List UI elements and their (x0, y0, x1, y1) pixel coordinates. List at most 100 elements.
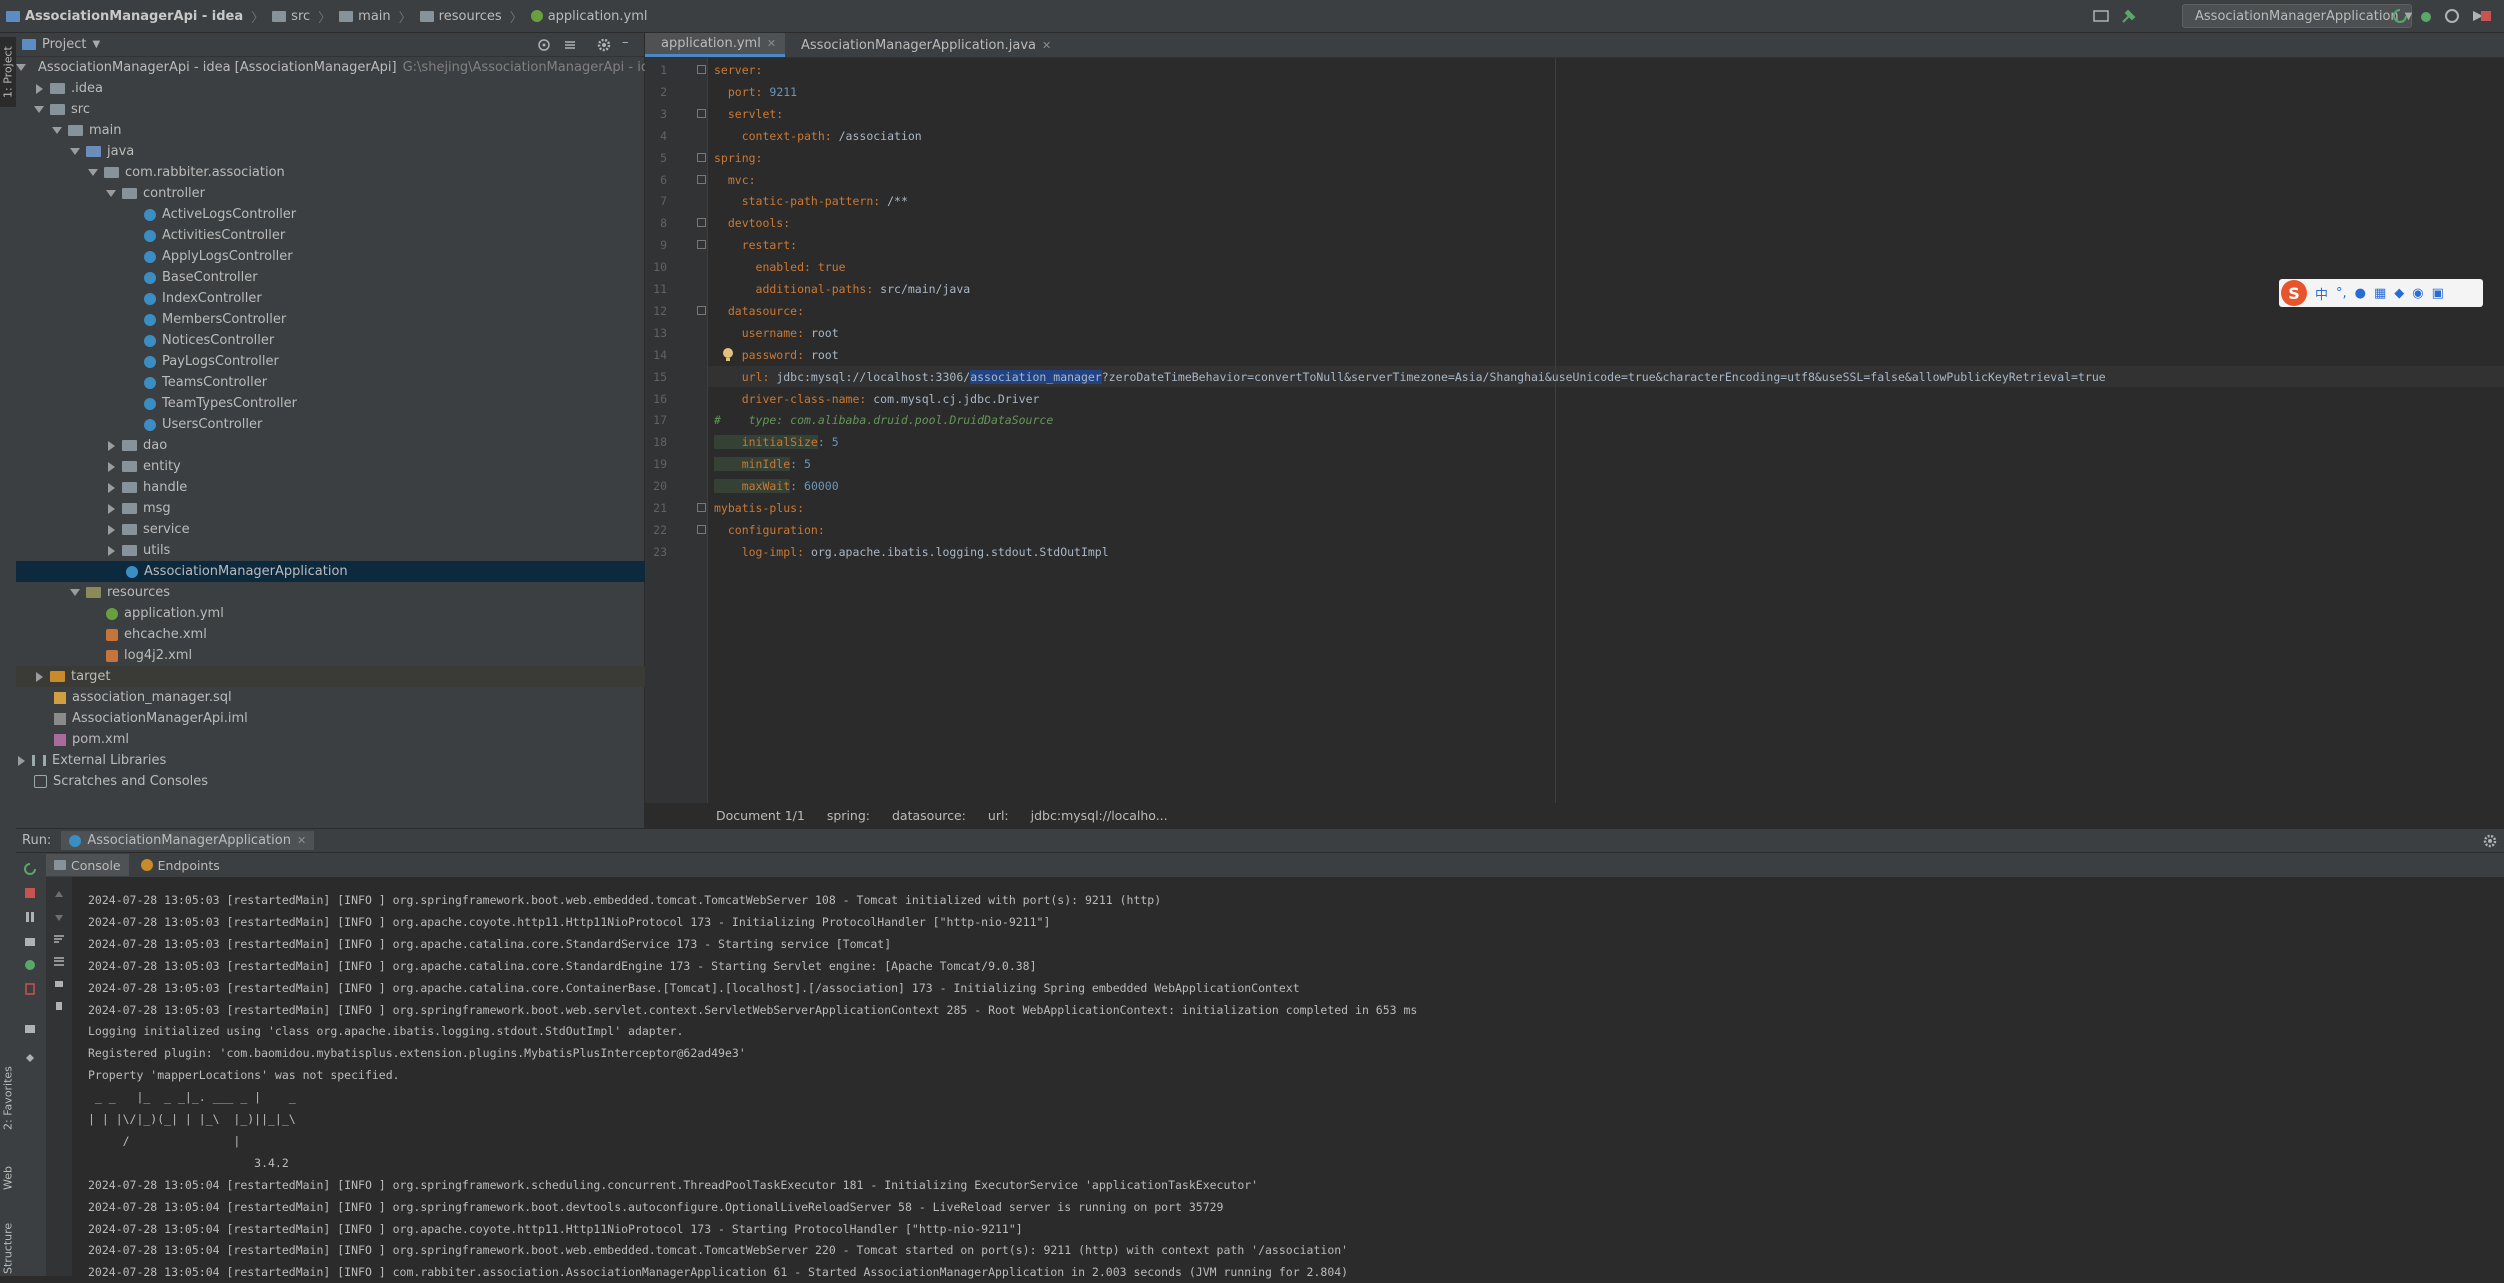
debug-bug-icon[interactable] (2418, 8, 2434, 24)
tree-item-sql-file[interactable]: association_manager.sql (16, 687, 682, 708)
run-config-tab[interactable]: AssociationManagerApplication ✕ (61, 831, 315, 850)
code-value: : 5 (817, 435, 839, 449)
fold-marker-icon[interactable] (697, 218, 706, 227)
close-icon[interactable]: ✕ (767, 37, 776, 50)
tree-item-dao[interactable]: dao (16, 435, 734, 456)
run-configuration-select[interactable]: AssociationManagerApplication ▼ (2182, 4, 2412, 28)
tree-item-resources[interactable]: resources (16, 582, 698, 603)
structure-tool-tab[interactable]: Structure (0, 1213, 16, 1283)
skin-icon[interactable]: ◆ (2394, 286, 2404, 301)
chevron-down-icon[interactable]: ▼ (92, 39, 100, 50)
soft-wrap-icon[interactable] (53, 933, 65, 945)
folder-icon (68, 125, 83, 136)
tree-item-project-root[interactable]: AssociationManagerApi - idea [Associatio… (16, 57, 665, 78)
fold-marker-icon[interactable] (697, 503, 706, 512)
fold-marker-icon[interactable] (697, 240, 706, 249)
fold-marker-icon[interactable] (697, 306, 706, 315)
stop-icon[interactable] (24, 887, 36, 899)
tree-item-main-class[interactable]: AssociationManagerApplication (16, 561, 754, 582)
tab-endpoints[interactable]: Endpoints (133, 854, 228, 876)
stop-icon[interactable] (2478, 8, 2494, 24)
fold-marker-icon[interactable] (697, 65, 706, 74)
breadcrumb-resources[interactable]: resources (419, 9, 502, 24)
favorites-tool-tab[interactable]: 2: Favorites (0, 1053, 16, 1143)
collapse-all-icon[interactable] (562, 37, 578, 53)
gear-icon[interactable] (2482, 833, 2498, 849)
hide-panel-icon[interactable]: – (622, 35, 629, 50)
tree-item-idea[interactable]: .idea (16, 78, 662, 99)
fold-marker-icon[interactable] (697, 153, 706, 162)
resources-folder-icon (86, 587, 101, 598)
ime-language[interactable]: 中 (2315, 284, 2328, 303)
arrow-down-icon[interactable] (53, 911, 65, 923)
tab-application-yml[interactable]: application.yml ✕ (645, 33, 785, 57)
run-config-icon[interactable] (2093, 8, 2109, 24)
tree-item-controller[interactable]: controller (16, 183, 734, 204)
tree-item-handle[interactable]: handle (16, 477, 734, 498)
tree-item-src[interactable]: src (16, 99, 662, 120)
tree-item-iml-file[interactable]: AssociationManagerApi.iml (16, 708, 682, 729)
tree-item-utils[interactable]: utils (16, 540, 734, 561)
breadcrumb-url[interactable]: url: (988, 808, 1009, 823)
breadcrumb-file[interactable]: application.yml (530, 9, 648, 24)
ime-toolbar[interactable]: S 中 °, ● ▦ ◆ ◉ ▣ (2279, 279, 2483, 307)
editor-gutter: 1 2 3 4 5 6 7 8 9 10 11 12 13 14 15 16 17 18 19 20 21 22 23 (645, 58, 708, 803)
breadcrumb-datasource[interactable]: datasource: (892, 808, 966, 823)
tab-console[interactable]: Console (46, 854, 129, 876)
microphone-icon[interactable]: ● (2355, 286, 2366, 301)
breadcrumb-src[interactable]: src (272, 9, 310, 24)
pin-icon[interactable] (24, 1053, 36, 1065)
restore-layout-icon[interactable] (24, 959, 36, 971)
close-icon[interactable]: ✕ (297, 834, 306, 847)
breadcrumb-main[interactable]: main (339, 9, 391, 24)
tree-item-ehcache-xml[interactable]: ehcache.xml (16, 624, 734, 645)
web-tool-tab[interactable]: Web (0, 1153, 16, 1203)
ime-punctuation-icon[interactable]: °, (2336, 286, 2347, 301)
fold-marker-icon[interactable] (697, 525, 706, 534)
rerun-icon[interactable] (24, 863, 36, 875)
fold-marker-icon[interactable] (697, 175, 706, 184)
close-icon[interactable]: ✕ (1042, 39, 1051, 52)
rerun-icon[interactable] (2392, 8, 2408, 24)
tree-item-java[interactable]: java (16, 141, 698, 162)
tree-item-scratches[interactable]: Scratches and Consoles (16, 771, 662, 792)
camera-dump-icon[interactable] (24, 935, 36, 947)
console-line: Property 'mapperLocations' was not speci… (88, 1068, 400, 1082)
pause-icon[interactable] (24, 911, 36, 923)
fold-marker-icon[interactable] (697, 109, 706, 118)
gear-icon[interactable] (596, 37, 612, 53)
console-line: 2024-07-28 13:05:04 [restartedMain] [INF… (88, 1243, 1349, 1257)
exit-icon[interactable] (24, 983, 36, 995)
scroll-to-end-icon[interactable] (53, 955, 65, 967)
sogou-logo[interactable]: S (2281, 280, 2307, 306)
grid-menu-icon[interactable]: ▣ (2432, 286, 2444, 301)
code-key: server: (714, 63, 763, 77)
breadcrumb-url-value[interactable]: jdbc:mysql://localho... (1031, 808, 1168, 823)
build-hammer-icon[interactable] (2121, 8, 2137, 24)
arrow-up-icon[interactable] (53, 889, 65, 901)
breadcrumb-project[interactable]: AssociationManagerApi - idea (6, 9, 243, 24)
breadcrumb-document[interactable]: Document 1/1 (716, 808, 805, 823)
keyboard-icon[interactable]: ▦ (2374, 286, 2386, 301)
project-tool-tab[interactable]: 1: Project (0, 37, 16, 107)
layout-icon[interactable] (24, 1023, 36, 1035)
print-icon[interactable] (53, 977, 65, 989)
tree-item-target[interactable]: target (16, 666, 662, 687)
tree-item-external-libraries[interactable]: External Libraries (16, 750, 644, 771)
tree-item-pom[interactable]: pom.xml (16, 729, 682, 750)
coverage-icon[interactable] (2444, 8, 2460, 24)
tab-application-java[interactable]: AssociationManagerApplication.java ✕ (785, 33, 1055, 57)
tree-item-msg[interactable]: msg (16, 498, 734, 519)
tree-item-entity[interactable]: entity (16, 456, 734, 477)
tree-item-application-yml[interactable]: application.yml (16, 603, 734, 624)
lightbulb-icon[interactable] (721, 347, 735, 363)
breadcrumb-spring[interactable]: spring: (827, 808, 870, 823)
project-view-select[interactable]: Project (42, 37, 86, 52)
tree-item-log4j2-xml[interactable]: log4j2.xml (16, 645, 734, 666)
tree-item-package[interactable]: com.rabbiter.association (16, 162, 716, 183)
locate-target-icon[interactable] (536, 37, 552, 53)
tree-item-service[interactable]: service (16, 519, 734, 540)
tree-item-main[interactable]: main (16, 120, 680, 141)
toolbox-icon[interactable]: ◉ (2412, 286, 2423, 301)
clear-trash-icon[interactable] (53, 999, 65, 1011)
